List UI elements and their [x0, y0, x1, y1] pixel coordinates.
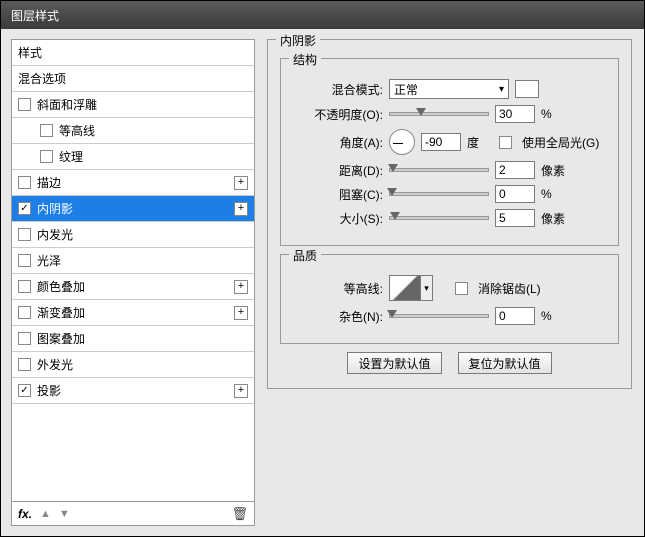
distance-slider[interactable]: [389, 168, 489, 172]
size-input[interactable]: [495, 209, 535, 227]
styles-header-label: 样式: [18, 44, 248, 61]
quality-group: 品质 等高线: ▾ 消除锯齿(L) 杂色(N):: [280, 254, 619, 344]
style-item-9[interactable]: 图案叠加: [12, 326, 254, 352]
styles-header[interactable]: 样式: [12, 40, 254, 66]
plus-icon[interactable]: +: [234, 202, 248, 216]
style-label: 颜色叠加: [37, 278, 234, 295]
style-checkbox[interactable]: [18, 202, 31, 215]
plus-icon[interactable]: +: [234, 176, 248, 190]
style-label: 光泽: [37, 252, 248, 269]
trash-icon[interactable]: 🗑: [231, 506, 248, 522]
angle-dial[interactable]: [389, 129, 415, 155]
shadow-color-swatch[interactable]: [515, 80, 539, 98]
style-label: 图案叠加: [37, 330, 248, 347]
noise-slider[interactable]: [389, 314, 489, 318]
choke-input[interactable]: [495, 185, 535, 203]
style-checkbox[interactable]: [18, 332, 31, 345]
distance-unit: 像素: [541, 162, 571, 179]
style-checkbox[interactable]: [18, 280, 31, 293]
style-item-11[interactable]: 投影+: [12, 378, 254, 404]
quality-legend: 品质: [289, 247, 321, 264]
style-checkbox[interactable]: [18, 306, 31, 319]
make-default-button[interactable]: 设置为默认值: [347, 352, 441, 374]
contour-label: 等高线:: [293, 280, 383, 297]
style-label: 内阴影: [37, 200, 234, 217]
structure-legend: 结构: [289, 51, 321, 68]
fx-menu[interactable]: fx.: [18, 507, 32, 521]
choke-label: 阻塞(C):: [293, 186, 383, 203]
style-item-3[interactable]: 描边+: [12, 170, 254, 196]
opacity-input[interactable]: [495, 105, 535, 123]
plus-icon[interactable]: +: [234, 280, 248, 294]
style-checkbox[interactable]: [18, 254, 31, 267]
panel-title: 内阴影: [276, 32, 320, 49]
style-item-10[interactable]: 外发光: [12, 352, 254, 378]
style-item-0[interactable]: 斜面和浮雕: [12, 92, 254, 118]
style-label: 内发光: [37, 226, 248, 243]
blend-options-header[interactable]: 混合选项: [12, 66, 254, 92]
noise-label: 杂色(N):: [293, 308, 383, 325]
angle-unit: 度: [467, 134, 479, 151]
contour-caret-icon[interactable]: ▾: [421, 275, 433, 301]
chevron-down-icon: ▾: [499, 84, 504, 95]
style-checkbox[interactable]: [18, 358, 31, 371]
blend-options-label: 混合选项: [18, 70, 248, 87]
opacity-unit: %: [541, 107, 571, 121]
titlebar[interactable]: 图层样式: [1, 1, 644, 29]
noise-input[interactable]: [495, 307, 535, 325]
antialias-label: 消除锯齿(L): [478, 280, 541, 297]
style-label: 等高线: [59, 122, 248, 139]
global-light-checkbox[interactable]: [499, 136, 512, 149]
style-checkbox[interactable]: [40, 124, 53, 137]
style-checkbox[interactable]: [18, 98, 31, 111]
angle-input[interactable]: [421, 133, 461, 151]
style-item-6[interactable]: 光泽: [12, 248, 254, 274]
style-item-2[interactable]: 纹理: [12, 144, 254, 170]
size-label: 大小(S):: [293, 210, 383, 227]
style-label: 渐变叠加: [37, 304, 234, 321]
style-label: 斜面和浮雕: [37, 96, 248, 113]
layer-style-dialog: 图层样式 样式混合选项斜面和浮雕等高线纹理描边+内阴影+内发光光泽颜色叠加+渐变…: [0, 0, 645, 537]
style-checkbox[interactable]: [18, 228, 31, 241]
move-up-icon[interactable]: ▲: [40, 508, 51, 520]
style-checkbox[interactable]: [18, 176, 31, 189]
blend-mode-label: 混合模式:: [293, 81, 383, 98]
angle-label: 角度(A):: [293, 134, 383, 151]
choke-slider[interactable]: [389, 192, 489, 196]
contour-picker[interactable]: [389, 275, 421, 301]
plus-icon[interactable]: +: [234, 384, 248, 398]
styles-sidebar: 样式混合选项斜面和浮雕等高线纹理描边+内阴影+内发光光泽颜色叠加+渐变叠加+图案…: [11, 39, 255, 526]
choke-unit: %: [541, 187, 571, 201]
blend-mode-dropdown[interactable]: 正常 ▾: [389, 79, 509, 99]
move-down-icon[interactable]: ▼: [59, 508, 70, 520]
noise-unit: %: [541, 309, 571, 323]
style-checkbox[interactable]: [18, 384, 31, 397]
antialias-checkbox[interactable]: [455, 282, 468, 295]
size-slider[interactable]: [389, 216, 489, 220]
global-light-label: 使用全局光(G): [522, 134, 599, 151]
inner-shadow-group: 内阴影 结构 混合模式: 正常 ▾ 不透明度(O):: [267, 39, 632, 389]
style-label: 外发光: [37, 356, 248, 373]
style-checkbox[interactable]: [40, 150, 53, 163]
structure-group: 结构 混合模式: 正常 ▾ 不透明度(O): %: [280, 58, 619, 246]
style-item-7[interactable]: 颜色叠加+: [12, 274, 254, 300]
plus-icon[interactable]: +: [234, 306, 248, 320]
style-item-4[interactable]: 内阴影+: [12, 196, 254, 222]
reset-default-button[interactable]: 复位为默认值: [458, 352, 552, 374]
sidebar-footer: fx. ▲ ▼ 🗑: [12, 501, 254, 525]
style-item-8[interactable]: 渐变叠加+: [12, 300, 254, 326]
size-unit: 像素: [541, 210, 571, 227]
distance-label: 距离(D):: [293, 162, 383, 179]
window-title: 图层样式: [11, 9, 59, 23]
style-item-5[interactable]: 内发光: [12, 222, 254, 248]
distance-input[interactable]: [495, 161, 535, 179]
effect-settings-panel: 内阴影 结构 混合模式: 正常 ▾ 不透明度(O):: [255, 29, 644, 536]
style-label: 描边: [37, 174, 234, 191]
style-label: 纹理: [59, 148, 248, 165]
style-item-1[interactable]: 等高线: [12, 118, 254, 144]
style-label: 投影: [37, 382, 234, 399]
opacity-slider[interactable]: [389, 112, 489, 116]
opacity-label: 不透明度(O):: [293, 106, 383, 123]
